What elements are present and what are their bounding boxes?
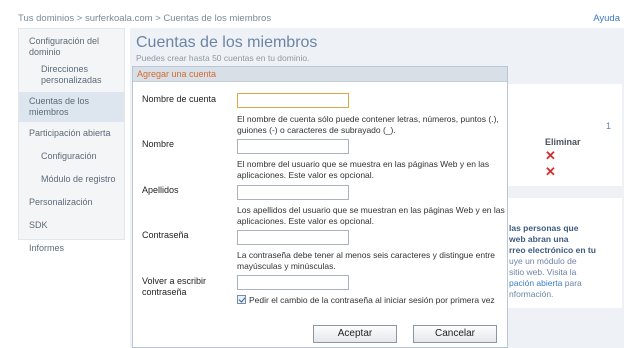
sidebar-item-reports[interactable]: Informes: [19, 240, 124, 257]
account-name-label: Nombre de cuenta: [142, 94, 217, 104]
force-password-change-label: Pedir el cambio de la contraseña al inic…: [249, 295, 495, 305]
last-name-input[interactable]: [237, 185, 349, 200]
promo-link[interactable]: pación abierta: [509, 278, 562, 288]
account-name-help: El nombre de cuenta sólo puede contener …: [237, 114, 499, 135]
password-help: La contraseña debe tener al menos seis c…: [237, 250, 495, 271]
promo-line: rreo electrónico en tu: [509, 245, 596, 255]
sidebar-item-open-membership[interactable]: Participación abierta: [19, 125, 124, 142]
add-account-dialog: Agregar una cuenta Nombre de cuenta El n…: [132, 66, 508, 348]
promo-line: sitio web. Visita la: [509, 267, 577, 277]
promo-line: las personas que: [509, 223, 579, 233]
sidebar-item-signup-module[interactable]: Módulo de registro: [19, 171, 124, 188]
last-name-help: Los apellidos del usuario que se muestra…: [237, 205, 505, 226]
promo-text: las personas que web abran una rreo elec…: [509, 223, 609, 300]
sidebar-item-member-accounts[interactable]: Cuentas de los miembros: [19, 92, 124, 122]
help-link[interactable]: Ayuda: [593, 13, 620, 24]
force-password-change-checkbox[interactable]: [237, 295, 246, 304]
promo-line: uye un módulo de: [509, 256, 577, 266]
first-name-help: El nombre del usuario que se muestra en …: [237, 159, 490, 180]
sidebar-item-sdk[interactable]: SDK: [19, 217, 124, 234]
last-name-label: Apellidos: [142, 185, 179, 195]
sidebar-item-custom-addresses[interactable]: Direcciones personalizadas: [19, 61, 119, 92]
account-name-input[interactable]: [237, 93, 349, 108]
delete-icon[interactable]: ✕: [545, 164, 556, 180]
password-label: Contraseña: [142, 230, 189, 240]
confirm-password-label: Volver a escribir contraseña: [142, 276, 207, 297]
password-input[interactable]: [237, 230, 349, 245]
sidebar-item-domain-config[interactable]: Configuración del dominio: [19, 33, 119, 61]
promo-line: web abran una: [509, 234, 569, 244]
first-name-input[interactable]: [237, 139, 349, 154]
sidebar-item-configuration[interactable]: Configuración: [19, 148, 124, 165]
delete-column-header: Eliminar: [545, 137, 581, 147]
page-title: Cuentas de los miembros: [136, 34, 318, 51]
sidebar-nav: Configuración del dominio Direcciones pe…: [18, 28, 125, 253]
confirm-password-input[interactable]: [237, 275, 349, 290]
breadcrumb[interactable]: Tus dominios > surferkoala.com > Cuentas…: [18, 13, 271, 24]
promo-line: nformación.: [509, 289, 554, 299]
promo-line: para: [562, 278, 582, 288]
force-password-change-row: Pedir el cambio de la contraseña al inic…: [237, 295, 505, 306]
delete-icon[interactable]: ✕: [545, 148, 556, 164]
sidebar-item-personalization[interactable]: Personalización: [19, 194, 124, 211]
accept-button[interactable]: Aceptar: [313, 325, 397, 343]
first-name-label: Nombre: [142, 139, 175, 149]
page-subtitle: Puedes crear hasta 50 cuentas en tu domi…: [136, 53, 310, 63]
account-count: 1: [606, 121, 612, 131]
accounts-panel: [508, 84, 622, 186]
dialog-title: Agregar una cuenta: [133, 67, 507, 82]
cancel-button[interactable]: Cancelar: [413, 325, 497, 343]
